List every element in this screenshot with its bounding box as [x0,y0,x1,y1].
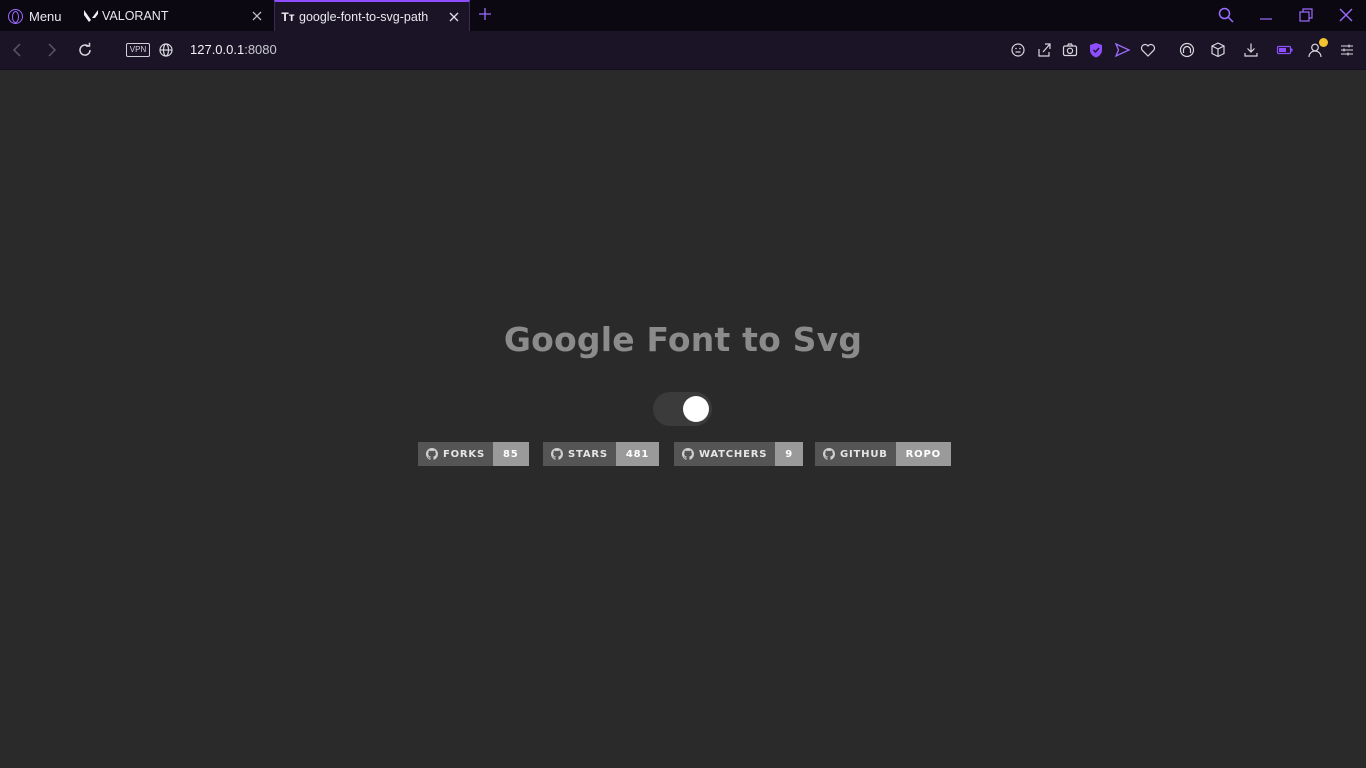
valorant-icon [82,8,100,24]
restore-icon[interactable] [1297,6,1315,24]
tab-google-font-to-svg-path[interactable]: Tт google-font-to-svg-path [274,0,470,31]
tab-title: VALORANT [102,8,169,23]
repo-value: ROPO [895,442,951,466]
tab-title: google-font-to-svg-path [299,9,429,24]
minimize-icon[interactable] [1257,6,1275,24]
adblock-shield-icon[interactable] [1087,41,1105,59]
notification-badge [1319,38,1328,47]
close-tab-icon[interactable] [447,10,461,24]
forks-count: 85 [492,442,529,466]
share-icon[interactable] [1035,41,1053,59]
theme-toggle[interactable] [653,392,712,426]
github-icon [426,448,438,460]
stars-shield[interactable]: STARS 481 [543,442,660,466]
shield-label: WATCHERS [674,442,776,466]
camera-icon[interactable] [1061,41,1079,59]
send-icon[interactable] [1113,41,1131,59]
easy-setup-icon[interactable] [1338,41,1356,59]
shield-label-text: WATCHERS [699,448,768,460]
back-icon[interactable] [9,41,27,59]
stars-count: 481 [615,442,660,466]
shield-label: FORKS [418,442,493,466]
globe-icon[interactable] [157,41,175,59]
extensions-cube-icon[interactable] [1209,41,1227,59]
opera-logo-icon [8,8,23,24]
shield-label-text: STARS [568,448,608,460]
github-icon [551,448,563,460]
address-bar: VPN 127.0.0.1:8080 [0,31,1366,70]
battery-saver-icon[interactable] [1276,41,1294,59]
tab-valorant[interactable]: VALORANT [78,0,272,31]
tab-strip: Menu VALORANT Tт google-font-to-svg-path [0,0,1366,31]
reload-icon[interactable] [76,41,94,59]
opera-menu-button[interactable]: Menu [8,7,62,25]
vpn-badge[interactable]: VPN [126,43,150,57]
shield-label-text: GITHUB [840,448,888,460]
url-port: :8080 [244,42,277,57]
url-field[interactable]: 127.0.0.1:8080 [190,42,277,57]
page-content: Google Font to Svg FORKS 85 STARS 481 WA… [0,70,1366,768]
shield-label-text: FORKS [443,448,485,460]
url-host: 127.0.0.1 [190,42,245,57]
heart-icon[interactable] [1139,41,1157,59]
menu-label: Menu [29,8,62,24]
toggle-knob [683,396,709,422]
new-tab-icon[interactable] [477,6,493,22]
forks-shield[interactable]: FORKS 85 [418,442,529,466]
emoji-icon[interactable] [1009,41,1027,59]
shield-label: STARS [543,442,616,466]
player-icon[interactable] [1178,41,1196,59]
page-title: Google Font to Svg [503,320,863,359]
github-icon [682,448,694,460]
watchers-count: 9 [775,442,803,466]
shield-label: GITHUB [815,442,896,466]
close-window-icon[interactable] [1337,6,1355,24]
github-icon [823,448,835,460]
github-repo-shield[interactable]: GITHUB ROPO [815,442,951,466]
watchers-shield[interactable]: WATCHERS 9 [674,442,803,466]
text-size-icon: Tт [281,9,295,24]
download-icon[interactable] [1242,41,1260,59]
search-tabs-icon[interactable] [1217,6,1235,24]
forward-icon[interactable] [42,41,60,59]
close-tab-icon[interactable] [250,9,264,23]
